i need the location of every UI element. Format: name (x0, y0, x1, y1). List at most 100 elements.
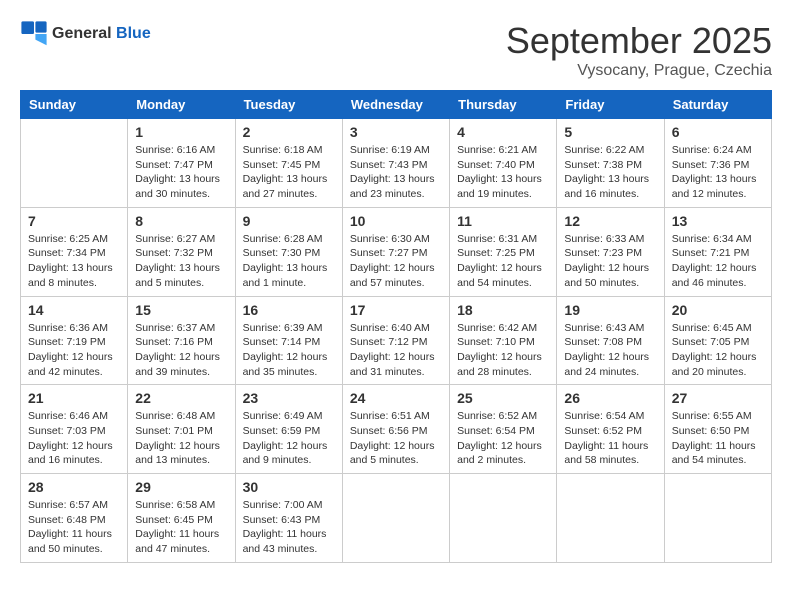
logo: General Blue (20, 20, 151, 48)
header-row: Sunday Monday Tuesday Wednesday Thursday… (21, 91, 772, 119)
title-block: September 2025 Vysocany, Prague, Czechia (506, 20, 772, 80)
day-number: 16 (243, 302, 335, 318)
calendar-cell: 12 Sunrise: 6:33 AM Sunset: 7:23 PM Dayli… (557, 207, 664, 296)
day-number: 25 (457, 390, 549, 406)
day-number: 10 (350, 213, 442, 229)
calendar-cell: 3 Sunrise: 6:19 AM Sunset: 7:43 PM Daylig… (342, 119, 449, 208)
day-info: Sunrise: 6:22 AM Sunset: 7:38 PM Dayligh… (564, 143, 656, 202)
calendar-cell: 29 Sunrise: 6:58 AM Sunset: 6:45 PM Dayli… (128, 474, 235, 563)
col-wednesday: Wednesday (342, 91, 449, 119)
day-number: 12 (564, 213, 656, 229)
day-number: 26 (564, 390, 656, 406)
day-info: Sunrise: 6:16 AM Sunset: 7:47 PM Dayligh… (135, 143, 227, 202)
day-info: Sunrise: 6:54 AM Sunset: 6:52 PM Dayligh… (564, 409, 656, 468)
calendar-cell: 5 Sunrise: 6:22 AM Sunset: 7:38 PM Daylig… (557, 119, 664, 208)
calendar-cell: 21 Sunrise: 6:46 AM Sunset: 7:03 PM Dayli… (21, 385, 128, 474)
month-title: September 2025 (506, 20, 772, 62)
calendar-cell: 19Sunrise: 6:43 AM Sunset: 7:08 PM Dayli… (557, 296, 664, 385)
calendar-week-3: 14 Sunrise: 6:36 AM Sunset: 7:19 PM Dayli… (21, 296, 772, 385)
day-number: 20 (672, 302, 764, 318)
day-number: 6 (672, 124, 764, 140)
day-info: Sunrise: 6:24 AM Sunset: 7:36 PM Dayligh… (672, 143, 764, 202)
day-number: 22 (135, 390, 227, 406)
day-number: 24 (350, 390, 442, 406)
calendar-cell: 15Sunrise: 6:37 AM Sunset: 7:16 PM Dayli… (128, 296, 235, 385)
logo-blue: Blue (116, 25, 151, 42)
day-info: Sunrise: 6:57 AM Sunset: 6:48 PM Dayligh… (28, 498, 120, 557)
calendar-cell (21, 119, 128, 208)
calendar-cell (342, 474, 449, 563)
calendar-week-5: 28 Sunrise: 6:57 AM Sunset: 6:48 PM Dayli… (21, 474, 772, 563)
calendar-cell: 1Sunrise: 6:16 AM Sunset: 7:47 PM Daylig… (128, 119, 235, 208)
day-info: Sunrise: 6:45 AM Sunset: 7:05 PM Dayligh… (672, 321, 764, 380)
day-info: Sunrise: 6:33 AM Sunset: 7:23 PM Dayligh… (564, 232, 656, 291)
location: Vysocany, Prague, Czechia (506, 62, 772, 80)
calendar-header: Sunday Monday Tuesday Wednesday Thursday… (21, 91, 772, 119)
calendar-week-1: 1Sunrise: 6:16 AM Sunset: 7:47 PM Daylig… (21, 119, 772, 208)
day-info: Sunrise: 6:49 AM Sunset: 6:59 PM Dayligh… (243, 409, 335, 468)
calendar-cell: 10Sunrise: 6:30 AM Sunset: 7:27 PM Dayli… (342, 207, 449, 296)
day-number: 3 (350, 124, 442, 140)
day-info: Sunrise: 6:42 AM Sunset: 7:10 PM Dayligh… (457, 321, 549, 380)
day-number: 14 (28, 302, 120, 318)
calendar-cell: 23 Sunrise: 6:49 AM Sunset: 6:59 PM Dayli… (235, 385, 342, 474)
day-number: 7 (28, 213, 120, 229)
day-number: 21 (28, 390, 120, 406)
calendar-cell: 26 Sunrise: 6:54 AM Sunset: 6:52 PM Dayli… (557, 385, 664, 474)
day-number: 27 (672, 390, 764, 406)
calendar-body: 1Sunrise: 6:16 AM Sunset: 7:47 PM Daylig… (21, 119, 772, 563)
day-info: Sunrise: 6:31 AM Sunset: 7:25 PM Dayligh… (457, 232, 549, 291)
calendar-cell: 13 Sunrise: 6:34 AM Sunset: 7:21 PM Dayli… (664, 207, 771, 296)
day-info: Sunrise: 6:58 AM Sunset: 6:45 PM Dayligh… (135, 498, 227, 557)
day-number: 2 (243, 124, 335, 140)
calendar-cell (664, 474, 771, 563)
calendar-cell: 2Sunrise: 6:18 AM Sunset: 7:45 PM Daylig… (235, 119, 342, 208)
calendar-table: Sunday Monday Tuesday Wednesday Thursday… (20, 90, 772, 563)
col-saturday: Saturday (664, 91, 771, 119)
calendar-cell: 18Sunrise: 6:42 AM Sunset: 7:10 PM Dayli… (450, 296, 557, 385)
day-number: 30 (243, 479, 335, 495)
day-info: Sunrise: 6:37 AM Sunset: 7:16 PM Dayligh… (135, 321, 227, 380)
calendar-cell: 6 Sunrise: 6:24 AM Sunset: 7:36 PM Daylig… (664, 119, 771, 208)
day-info: Sunrise: 6:40 AM Sunset: 7:12 PM Dayligh… (350, 321, 442, 380)
day-number: 13 (672, 213, 764, 229)
col-monday: Monday (128, 91, 235, 119)
calendar-cell: 7 Sunrise: 6:25 AM Sunset: 7:34 PM Daylig… (21, 207, 128, 296)
day-info: Sunrise: 6:19 AM Sunset: 7:43 PM Dayligh… (350, 143, 442, 202)
day-number: 28 (28, 479, 120, 495)
calendar-cell (557, 474, 664, 563)
col-sunday: Sunday (21, 91, 128, 119)
day-info: Sunrise: 6:34 AM Sunset: 7:21 PM Dayligh… (672, 232, 764, 291)
day-info: Sunrise: 6:28 AM Sunset: 7:30 PM Dayligh… (243, 232, 335, 291)
day-number: 9 (243, 213, 335, 229)
day-number: 23 (243, 390, 335, 406)
day-info: Sunrise: 6:27 AM Sunset: 7:32 PM Dayligh… (135, 232, 227, 291)
calendar-cell: 28 Sunrise: 6:57 AM Sunset: 6:48 PM Dayli… (21, 474, 128, 563)
logo-general: General (52, 25, 112, 42)
day-info: Sunrise: 6:43 AM Sunset: 7:08 PM Dayligh… (564, 321, 656, 380)
day-number: 29 (135, 479, 227, 495)
calendar-week-4: 21 Sunrise: 6:46 AM Sunset: 7:03 PM Dayli… (21, 385, 772, 474)
calendar-cell: 16 Sunrise: 6:39 AM Sunset: 7:14 PM Dayli… (235, 296, 342, 385)
calendar-cell: 17Sunrise: 6:40 AM Sunset: 7:12 PM Dayli… (342, 296, 449, 385)
day-number: 5 (564, 124, 656, 140)
day-number: 4 (457, 124, 549, 140)
col-friday: Friday (557, 91, 664, 119)
day-info: Sunrise: 7:00 AM Sunset: 6:43 PM Dayligh… (243, 498, 335, 557)
day-info: Sunrise: 6:36 AM Sunset: 7:19 PM Dayligh… (28, 321, 120, 380)
day-info: Sunrise: 6:51 AM Sunset: 6:56 PM Dayligh… (350, 409, 442, 468)
calendar-cell: 9 Sunrise: 6:28 AM Sunset: 7:30 PM Daylig… (235, 207, 342, 296)
logo-text: General Blue (52, 25, 151, 43)
calendar-cell: 14 Sunrise: 6:36 AM Sunset: 7:19 PM Dayli… (21, 296, 128, 385)
calendar-cell: 24 Sunrise: 6:51 AM Sunset: 6:56 PM Dayli… (342, 385, 449, 474)
logo-icon (20, 20, 48, 48)
calendar-cell: 20 Sunrise: 6:45 AM Sunset: 7:05 PM Dayli… (664, 296, 771, 385)
calendar-cell: 22Sunrise: 6:48 AM Sunset: 7:01 PM Dayli… (128, 385, 235, 474)
day-number: 8 (135, 213, 227, 229)
calendar-week-2: 7 Sunrise: 6:25 AM Sunset: 7:34 PM Daylig… (21, 207, 772, 296)
day-info: Sunrise: 6:46 AM Sunset: 7:03 PM Dayligh… (28, 409, 120, 468)
day-info: Sunrise: 6:39 AM Sunset: 7:14 PM Dayligh… (243, 321, 335, 380)
day-info: Sunrise: 6:25 AM Sunset: 7:34 PM Dayligh… (28, 232, 120, 291)
page-header: General Blue September 2025 Vysocany, Pr… (20, 20, 772, 80)
calendar-cell: 27Sunrise: 6:55 AM Sunset: 6:50 PM Dayli… (664, 385, 771, 474)
